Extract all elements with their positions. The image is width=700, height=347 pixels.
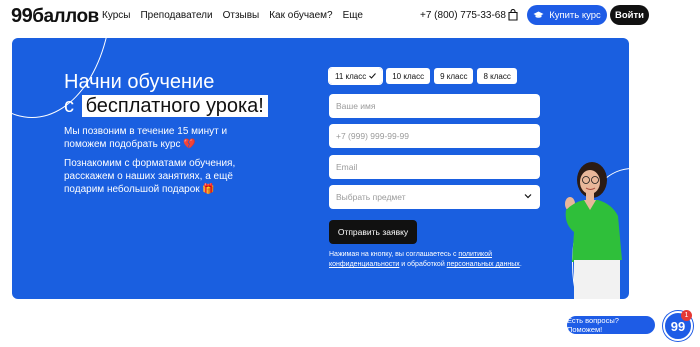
- phone-input[interactable]: +7 (999) 999-99-99: [329, 124, 540, 148]
- nav-item-more[interactable]: Еще: [343, 10, 363, 21]
- title-highlight: бесплатного урока!: [81, 95, 268, 117]
- consent-middle: и обработкой: [399, 261, 447, 268]
- personal-data-link[interactable]: персональных данных: [447, 261, 520, 268]
- nav-item-how-we-teach[interactable]: Как обучаем?: [269, 10, 332, 21]
- phone-placeholder: +7 (999) 999-99-99: [336, 131, 410, 141]
- grade-label: 11 класс: [335, 71, 367, 81]
- logo-number: 99: [11, 5, 33, 27]
- nav-item-teachers[interactable]: Преподаватели: [140, 10, 212, 21]
- subject-placeholder: Выбрать предмет: [336, 192, 406, 202]
- name-placeholder: Ваше имя: [336, 101, 376, 111]
- grade-option-9[interactable]: 9 класс: [434, 68, 474, 84]
- title-prefix: с: [64, 95, 74, 117]
- buy-course-button[interactable]: Купить курс: [527, 5, 607, 25]
- grade-label: 8 класс: [483, 71, 511, 81]
- main-nav: Курсы Преподаватели Отзывы Как обучаем? …: [102, 10, 373, 21]
- grade-selector: 11 класс 10 класс 9 класс 8 класс: [327, 67, 517, 85]
- login-button[interactable]: Войти: [610, 5, 649, 25]
- title-line-2: с бесплатного урока!: [64, 94, 268, 118]
- nav-item-courses[interactable]: Курсы: [102, 10, 130, 21]
- grade-option-8[interactable]: 8 класс: [477, 68, 517, 84]
- chevron-down-icon: [524, 194, 532, 199]
- buy-course-label: Купить курс: [549, 9, 601, 21]
- subject-select[interactable]: Выбрать предмет: [329, 185, 540, 209]
- lead-form-banner: Начни обучение с бесплатного урока! Мы п…: [12, 38, 629, 299]
- site-header: 99баллов Курсы Преподаватели Отзывы Как …: [0, 0, 700, 32]
- student-photo: [565, 162, 622, 299]
- grade-label: 9 класс: [440, 71, 468, 81]
- grade-option-10[interactable]: 10 класс: [386, 68, 431, 84]
- site-logo[interactable]: 99баллов: [11, 5, 99, 28]
- graduation-cap-icon: [533, 11, 544, 18]
- banner-subtitle-gift: Познакомим с форматами обучения, расскаж…: [64, 158, 236, 195]
- email-input[interactable]: Email: [329, 155, 540, 179]
- consent-text: Нажимая на кнопку, вы соглашаетесь с пол…: [329, 250, 544, 270]
- logo-text: баллов: [32, 6, 99, 27]
- grade-label: 10 класс: [392, 71, 425, 81]
- name-input[interactable]: Ваше имя: [329, 94, 540, 118]
- shopping-bag-icon[interactable]: [508, 9, 518, 21]
- email-placeholder: Email: [336, 162, 358, 172]
- title-line-1: Начни обучение: [64, 71, 215, 93]
- consent-suffix: .: [519, 261, 522, 268]
- checkmark-icon: [369, 73, 377, 79]
- phone-link[interactable]: +7 (800) 775-33-68: [420, 10, 506, 21]
- nav-item-reviews[interactable]: Отзывы: [223, 10, 260, 21]
- chat-prompt-button[interactable]: Есть вопросы? Поможем!: [567, 316, 655, 334]
- submit-request-button[interactable]: Отправить заявку: [329, 220, 417, 244]
- consent-prefix: Нажимая на кнопку, вы соглашаетесь с: [329, 251, 459, 258]
- banner-subtitle-callback: Мы позвоним в течение 15 минут и поможем…: [64, 126, 228, 150]
- chat-notification-badge: 1: [681, 310, 692, 321]
- chat-logo: 99: [670, 318, 686, 334]
- grade-option-11[interactable]: 11 класс: [327, 67, 384, 85]
- banner-title: Начни обучение с бесплатного урока!: [64, 70, 268, 118]
